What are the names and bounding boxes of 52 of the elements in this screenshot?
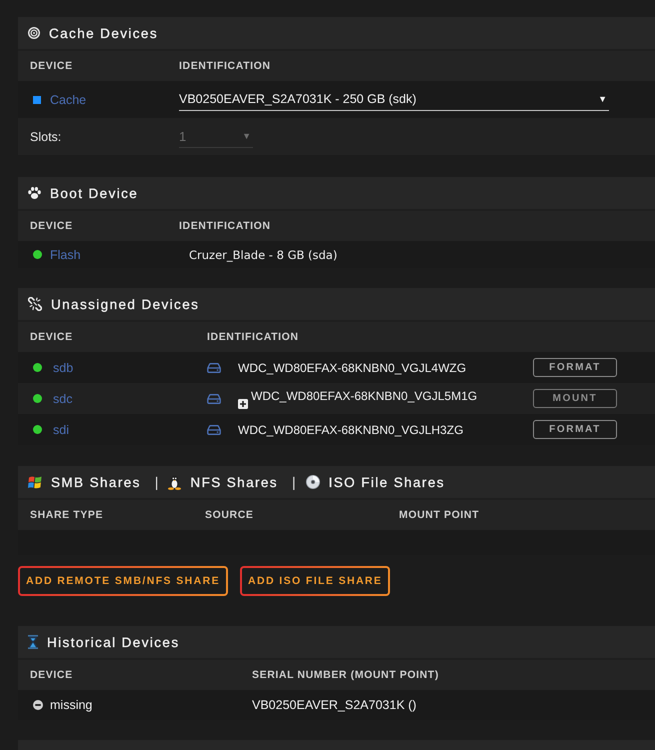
device-link[interactable]: sdb [53,360,74,374]
hard-drive-icon [207,394,221,404]
column-header: IDENTIFICATION [179,60,271,72]
section-title: ISO File Shares [328,474,445,490]
column-header: SOURCE [205,509,254,521]
identification-text: Cruzer_Blade - 8 GB (sda) [189,248,338,262]
plus-icon[interactable] [238,398,248,408]
section-title: Historical Devices [47,634,180,650]
minus-circle-icon [33,700,43,710]
hard-drive-icon [207,424,221,434]
column-header: MOUNT POINT [399,509,480,521]
hard-drive-icon [207,362,221,372]
hourglass-icon [28,635,38,649]
column-header: DEVICE [30,669,73,681]
disk-select[interactable]: VB0250EAVER_S2A7031K - 250 GB (sdk) ▼ [179,88,609,110]
target-icon [28,27,40,39]
column-header: IDENTIFICATION [207,331,299,343]
paw-icon [28,187,41,199]
column-header: DEVICE [30,220,73,232]
section-title: Cache Devices [49,26,158,40]
identification-text: WDC_WD80EFAX-68KNBN0_VGJL4WZG [238,360,466,374]
disc-icon [306,475,320,489]
column-header: IDENTIFICATION [179,220,271,232]
flag-icon [28,476,42,488]
add-share-button[interactable]: ADD ISO FILE SHARE [240,566,390,596]
device-link[interactable]: sdi [53,422,69,436]
device-link[interactable]: Flash [50,248,81,262]
device-link[interactable]: Cache [50,92,86,106]
column-header: SERIAL NUMBER (MOUNT POINT) [252,669,439,681]
device-link[interactable]: sdc [53,392,72,406]
identification-text: WDC_WD80EFAX-68KNBN0_VGJL5M1G [251,388,478,402]
slots-label: Slots: [30,130,62,144]
title-separator: | [292,474,296,490]
mount-button[interactable]: MOUNT [533,389,617,408]
section-title: Boot Device [50,186,138,200]
section-title: Unassigned Devices [51,296,200,312]
column-header: DEVICE [30,60,73,72]
identification-text: WDC_WD80EFAX-68KNBN0_VGJLH3ZG [238,422,464,436]
add-share-button[interactable]: ADD REMOTE SMB/NFS SHARE [18,566,228,596]
column-header: SHARE TYPE [30,509,104,521]
device-name: missing [50,698,92,712]
format-button[interactable]: FORMAT [533,358,617,377]
title-separator: | [154,474,158,490]
section-title: SMB Shares [51,474,141,490]
broken-link-icon [28,297,42,311]
format-button[interactable]: FORMAT [533,420,617,439]
caret-icon: ▼ [598,94,607,104]
caret-icon: ▼ [242,131,251,141]
column-header: DEVICE [30,331,73,343]
section-title: NFS Shares [190,474,278,490]
serial-text: VB0250EAVER_S2A7031K () [252,698,416,712]
penguin-icon [168,474,182,490]
